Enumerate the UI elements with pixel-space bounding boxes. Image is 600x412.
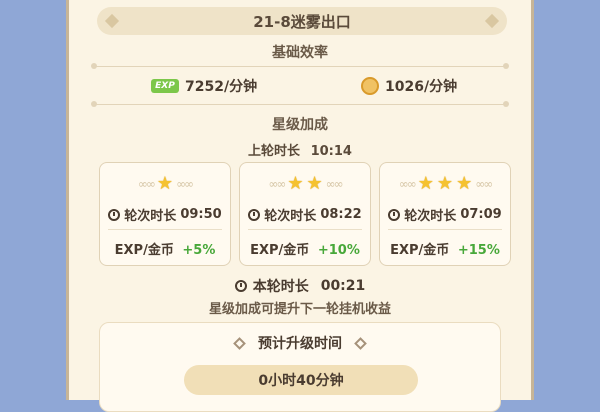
round-time-label: 轮次时长 (404, 209, 457, 224)
star-icon: ★ (436, 173, 454, 194)
round-time-row: 轮次时长 08:22 (240, 205, 370, 224)
star-tier-card-3: ∞∞ ★ ★ ★ ∞∞ 轮次时长 07:09 EXP/金币 +15% (379, 162, 511, 266)
star-icon: ★ (156, 173, 174, 194)
gold-rate-row: 1026/分钟 (361, 76, 457, 96)
bonus-value: +5% (182, 243, 216, 258)
gold-rate-value: 1026/分钟 (385, 79, 458, 95)
ornament-icon: ∞∞ (268, 177, 286, 191)
exp-rate-value: 7252/分钟 (185, 79, 258, 95)
afk-rewards-panel: 21-8迷雾出口 基础效率 EXP 7252/分钟 1026/分钟 星级加成 上… (66, 0, 534, 412)
estimated-levelup-time: 0小时40分钟 (184, 365, 418, 395)
clock-icon (388, 208, 401, 221)
bonus-label: EXP/金币 (250, 243, 310, 258)
star-icon: ★ (456, 173, 473, 194)
ornament-icon: ∞∞ (398, 177, 417, 191)
diamond-icon (354, 336, 367, 350)
round-time-row: 轮次时长 09:50 (100, 205, 230, 224)
round-time-value: 08:22 (320, 207, 362, 222)
star-rating: ∞∞ ★ ∞∞ (100, 175, 230, 193)
diamond-icon (233, 336, 246, 350)
estimated-levelup-box: 预计升级时间 0小时40分钟 (99, 322, 501, 412)
ornament-icon: ∞∞ (475, 177, 493, 191)
stage-title: 21-8迷雾出口 (253, 12, 351, 31)
bonus-row: EXP/金币 +10% (240, 239, 370, 258)
round-time-value: 07:09 (460, 207, 502, 222)
star-icon: ★ (287, 173, 304, 194)
current-round-label: 本轮时长 (252, 279, 309, 295)
ornament-icon: ∞∞ (325, 177, 344, 191)
exp-icon: EXP (151, 79, 179, 93)
clock-icon (108, 208, 121, 221)
star-rating: ∞∞ ★ ★ ∞∞ (240, 175, 370, 193)
title-right-ornament-icon (484, 13, 500, 29)
current-round-duration: 本轮时长 00:21 (69, 276, 531, 296)
previous-round-label: 上轮时长 (248, 144, 301, 159)
exp-rate-row: EXP 7252/分钟 (151, 76, 257, 96)
gold-coin-icon (361, 77, 379, 95)
current-round-value: 00:21 (320, 278, 366, 294)
previous-round-value: 10:14 (310, 144, 352, 159)
divider (91, 63, 509, 69)
divider (91, 101, 509, 107)
bonus-label: EXP/金币 (114, 243, 174, 258)
round-time-label: 轮次时长 (264, 209, 317, 224)
ornament-icon: ∞∞ (176, 177, 194, 191)
bonus-row: EXP/金币 +5% (100, 239, 230, 258)
estimated-levelup-heading: 预计升级时间 (258, 336, 342, 352)
bonus-value: +15% (457, 243, 500, 258)
card-divider (388, 229, 502, 230)
round-time-row: 轮次时长 07:09 (380, 205, 510, 224)
stage-title-bar: 21-8迷雾出口 (97, 7, 507, 35)
star-rating: ∞∞ ★ ★ ★ ∞∞ (380, 175, 510, 193)
bonus-label: EXP/金币 (390, 243, 450, 258)
bonus-row: EXP/金币 +15% (380, 239, 510, 258)
star-bonus-hint: 星级加成可提升下一轮挂机收益 (208, 302, 391, 317)
round-time-value: 09:50 (180, 207, 222, 222)
base-efficiency-heading: 基础效率 (272, 45, 328, 61)
ornament-icon: ∞∞ (137, 177, 156, 191)
card-divider (108, 229, 222, 230)
star-icon: ★ (417, 173, 434, 194)
previous-round-duration: 上轮时长 10:14 (69, 140, 531, 159)
star-bonus-heading: 星级加成 (272, 117, 328, 133)
star-tier-card-1: ∞∞ ★ ∞∞ 轮次时长 09:50 EXP/金币 +5% (99, 162, 231, 266)
star-tier-card-2: ∞∞ ★ ★ ∞∞ 轮次时长 08:22 EXP/金币 +10% (239, 162, 371, 266)
card-divider (248, 229, 362, 230)
bonus-value: +10% (317, 243, 360, 258)
title-left-ornament-icon (104, 13, 120, 29)
star-icon: ★ (306, 173, 323, 194)
estimated-levelup-heading-row: 预计升级时间 (100, 333, 500, 353)
clock-icon (248, 208, 261, 221)
round-time-label: 轮次时长 (124, 209, 177, 224)
clock-icon (234, 280, 247, 292)
